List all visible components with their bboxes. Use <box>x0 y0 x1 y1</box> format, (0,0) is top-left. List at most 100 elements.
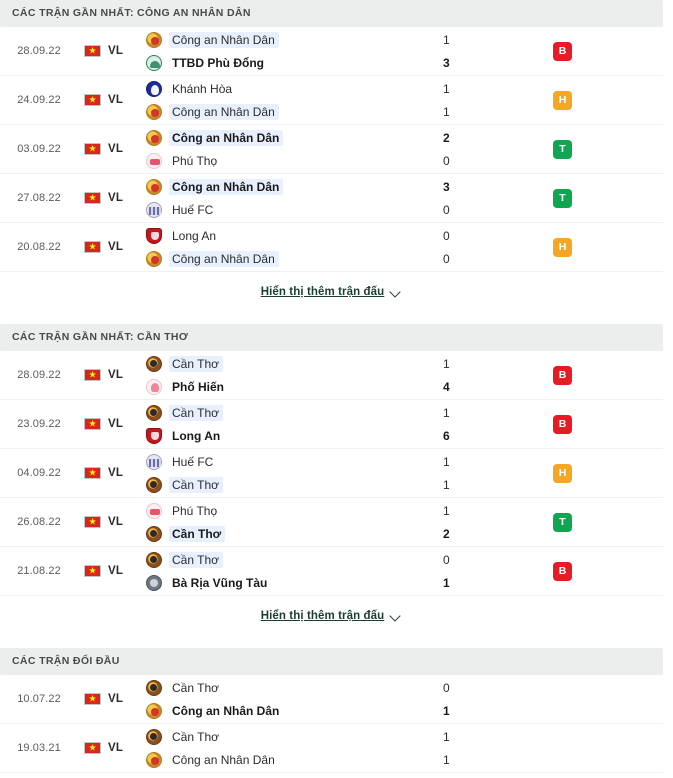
match-row[interactable]: 28.09.22 ★ VL Công an Nhân Dân TTBD Phù … <box>0 27 663 76</box>
match-date: 28.09.22 <box>17 369 61 381</box>
team-away[interactable]: Long An <box>146 427 423 444</box>
team-away[interactable]: Cần Thơ <box>146 476 423 493</box>
team-home[interactable]: Công an Nhân Dân <box>146 178 423 195</box>
team-away[interactable]: Phú Thọ <box>146 152 423 169</box>
competition-label: VL <box>108 565 124 577</box>
team-home[interactable]: Long An <box>146 227 423 244</box>
team-home[interactable]: Cần Thơ <box>146 355 423 372</box>
team-home[interactable]: Khánh Hòa <box>146 80 423 97</box>
sections-container: CÁC TRẬN GẦN NHẤT: CÔNG AN NHÂN DÂN 28.0… <box>0 0 673 773</box>
team-away[interactable]: Công an Nhân Dân <box>146 250 423 267</box>
teams-cell: Cần Thơ Công an Nhân Dân <box>140 724 423 772</box>
section-head-to-head: CÁC TRẬN ĐỐI ĐẦU 10.07.22 ★ VL Cần Thơ C… <box>0 648 663 773</box>
team-away[interactable]: Bà Rịa Vũng Tàu <box>146 574 423 591</box>
team-away[interactable]: TTBD Phù Đổng <box>146 54 423 71</box>
ttbd-phu-dong-crest <box>146 54 162 71</box>
vietnam-flag: ★ <box>84 369 101 381</box>
competition-cell: ★ VL <box>78 223 140 271</box>
section-header: CÁC TRẬN GẦN NHẤT: CẦN THƠ <box>0 324 663 351</box>
result-cell <box>543 724 663 772</box>
competition-cell: ★ VL <box>78 449 140 497</box>
hue-fc-crest <box>146 453 162 470</box>
cand-crest <box>146 751 162 768</box>
cand-crest <box>146 103 162 120</box>
team-away-name: Công an Nhân Dân <box>169 103 279 120</box>
teams-cell: Cần Thơ Long An <box>140 400 423 448</box>
cand-crest <box>146 250 162 267</box>
section-form-cand: CÁC TRẬN GẦN NHẤT: CÔNG AN NHÂN DÂN 28.0… <box>0 0 663 324</box>
can-tho-crest <box>146 404 162 421</box>
team-away-name: Long An <box>172 428 221 443</box>
score-home: 1 <box>443 405 450 420</box>
match-date: 10.07.22 <box>17 693 61 705</box>
scores-cell: 1 6 <box>423 400 543 448</box>
match-row[interactable]: 26.08.22 ★ VL Phú Thọ Cần Thơ 1 2 T <box>0 498 663 547</box>
score-home: 1 <box>443 454 450 469</box>
result-cell: B <box>543 27 663 75</box>
score-away: 4 <box>443 379 450 394</box>
team-home[interactable]: Công an Nhân Dân <box>146 31 423 48</box>
team-home[interactable]: Cần Thơ <box>146 679 423 696</box>
match-date: 19.03.21 <box>17 742 61 754</box>
match-row[interactable]: 19.03.21 ★ VL Cần Thơ Công an Nhân Dân 1… <box>0 724 663 773</box>
result-cell: B <box>543 351 663 399</box>
scores-cell: 0 0 <box>423 223 543 271</box>
score-away: 0 <box>443 202 450 217</box>
team-away-name: Công an Nhân Dân <box>172 703 280 718</box>
team-away[interactable]: Huế FC <box>146 201 423 218</box>
score-away: 6 <box>443 428 450 443</box>
match-row[interactable]: 10.07.22 ★ VL Cần Thơ Công an Nhân Dân 0… <box>0 675 663 724</box>
match-row[interactable]: 20.08.22 ★ VL Long An Công an Nhân Dân 0… <box>0 223 663 272</box>
team-home[interactable]: Cần Thơ <box>146 728 423 745</box>
match-row[interactable]: 04.09.22 ★ VL Huế FC Cần Thơ 1 1 H <box>0 449 663 498</box>
result-badge: H <box>553 237 572 257</box>
result-cell: T <box>543 174 663 222</box>
cand-crest <box>146 129 162 146</box>
score-home: 3 <box>443 179 450 194</box>
result-cell: B <box>543 400 663 448</box>
section-gap <box>0 312 663 324</box>
team-away[interactable]: Công an Nhân Dân <box>146 702 423 719</box>
match-row[interactable]: 21.08.22 ★ VL Cần Thơ Bà Rịa Vũng Tàu 0 … <box>0 547 663 596</box>
team-home-name: Cần Thơ <box>172 680 220 695</box>
team-away[interactable]: Cần Thơ <box>146 525 423 542</box>
team-away[interactable]: Phố Hiến <box>146 378 423 395</box>
team-away-name: Huế FC <box>172 202 214 217</box>
scores-cell: 1 2 <box>423 498 543 546</box>
match-date: 26.08.22 <box>17 516 61 528</box>
competition-label: VL <box>108 693 124 705</box>
result-badge: T <box>553 139 572 159</box>
match-row[interactable]: 28.09.22 ★ VL Cần Thơ Phố Hiến 1 4 B <box>0 351 663 400</box>
score-home: 1 <box>443 81 450 96</box>
match-row[interactable]: 27.08.22 ★ VL Công an Nhân Dân Huế FC 3 … <box>0 174 663 223</box>
match-row[interactable]: 23.09.22 ★ VL Cần Thơ Long An 1 6 B <box>0 400 663 449</box>
competition-cell: ★ VL <box>78 675 140 723</box>
teams-cell: Cần Thơ Phố Hiến <box>140 351 423 399</box>
vietnam-flag: ★ <box>84 143 101 155</box>
competition-label: VL <box>108 369 124 381</box>
team-home-name: Cần Thơ <box>172 729 220 744</box>
team-away[interactable]: Công an Nhân Dân <box>146 103 423 120</box>
vietnam-flag: ★ <box>84 192 101 204</box>
match-row[interactable]: 03.09.22 ★ VL Công an Nhân Dân Phú Thọ 2… <box>0 125 663 174</box>
team-home[interactable]: Huế FC <box>146 453 423 470</box>
result-badge: B <box>553 41 572 61</box>
vietnam-flag: ★ <box>84 241 101 253</box>
team-home[interactable]: Cần Thơ <box>146 404 423 421</box>
match-date: 21.08.22 <box>17 565 61 577</box>
can-tho-crest <box>146 679 162 696</box>
team-home[interactable]: Công an Nhân Dân <box>146 129 423 146</box>
show-more-matches-button[interactable]: Hiển thị thêm trận đấu <box>0 596 663 636</box>
teams-cell: Cần Thơ Công an Nhân Dân <box>140 675 423 723</box>
vietnam-flag: ★ <box>84 693 101 705</box>
team-home[interactable]: Phú Thọ <box>146 502 423 519</box>
team-home[interactable]: Cần Thơ <box>146 551 423 568</box>
show-more-matches-button[interactable]: Hiển thị thêm trận đấu <box>0 272 663 312</box>
phu-tho-crest <box>146 152 162 169</box>
team-home-name: Cần Thơ <box>169 551 224 568</box>
match-date: 24.09.22 <box>17 94 61 106</box>
match-row[interactable]: 24.09.22 ★ VL Khánh Hòa Công an Nhân Dân… <box>0 76 663 125</box>
vietnam-flag: ★ <box>84 742 101 754</box>
section-title: CÁC TRẬN ĐỐI ĐẦU <box>12 655 120 668</box>
team-away[interactable]: Công an Nhân Dân <box>146 751 423 768</box>
